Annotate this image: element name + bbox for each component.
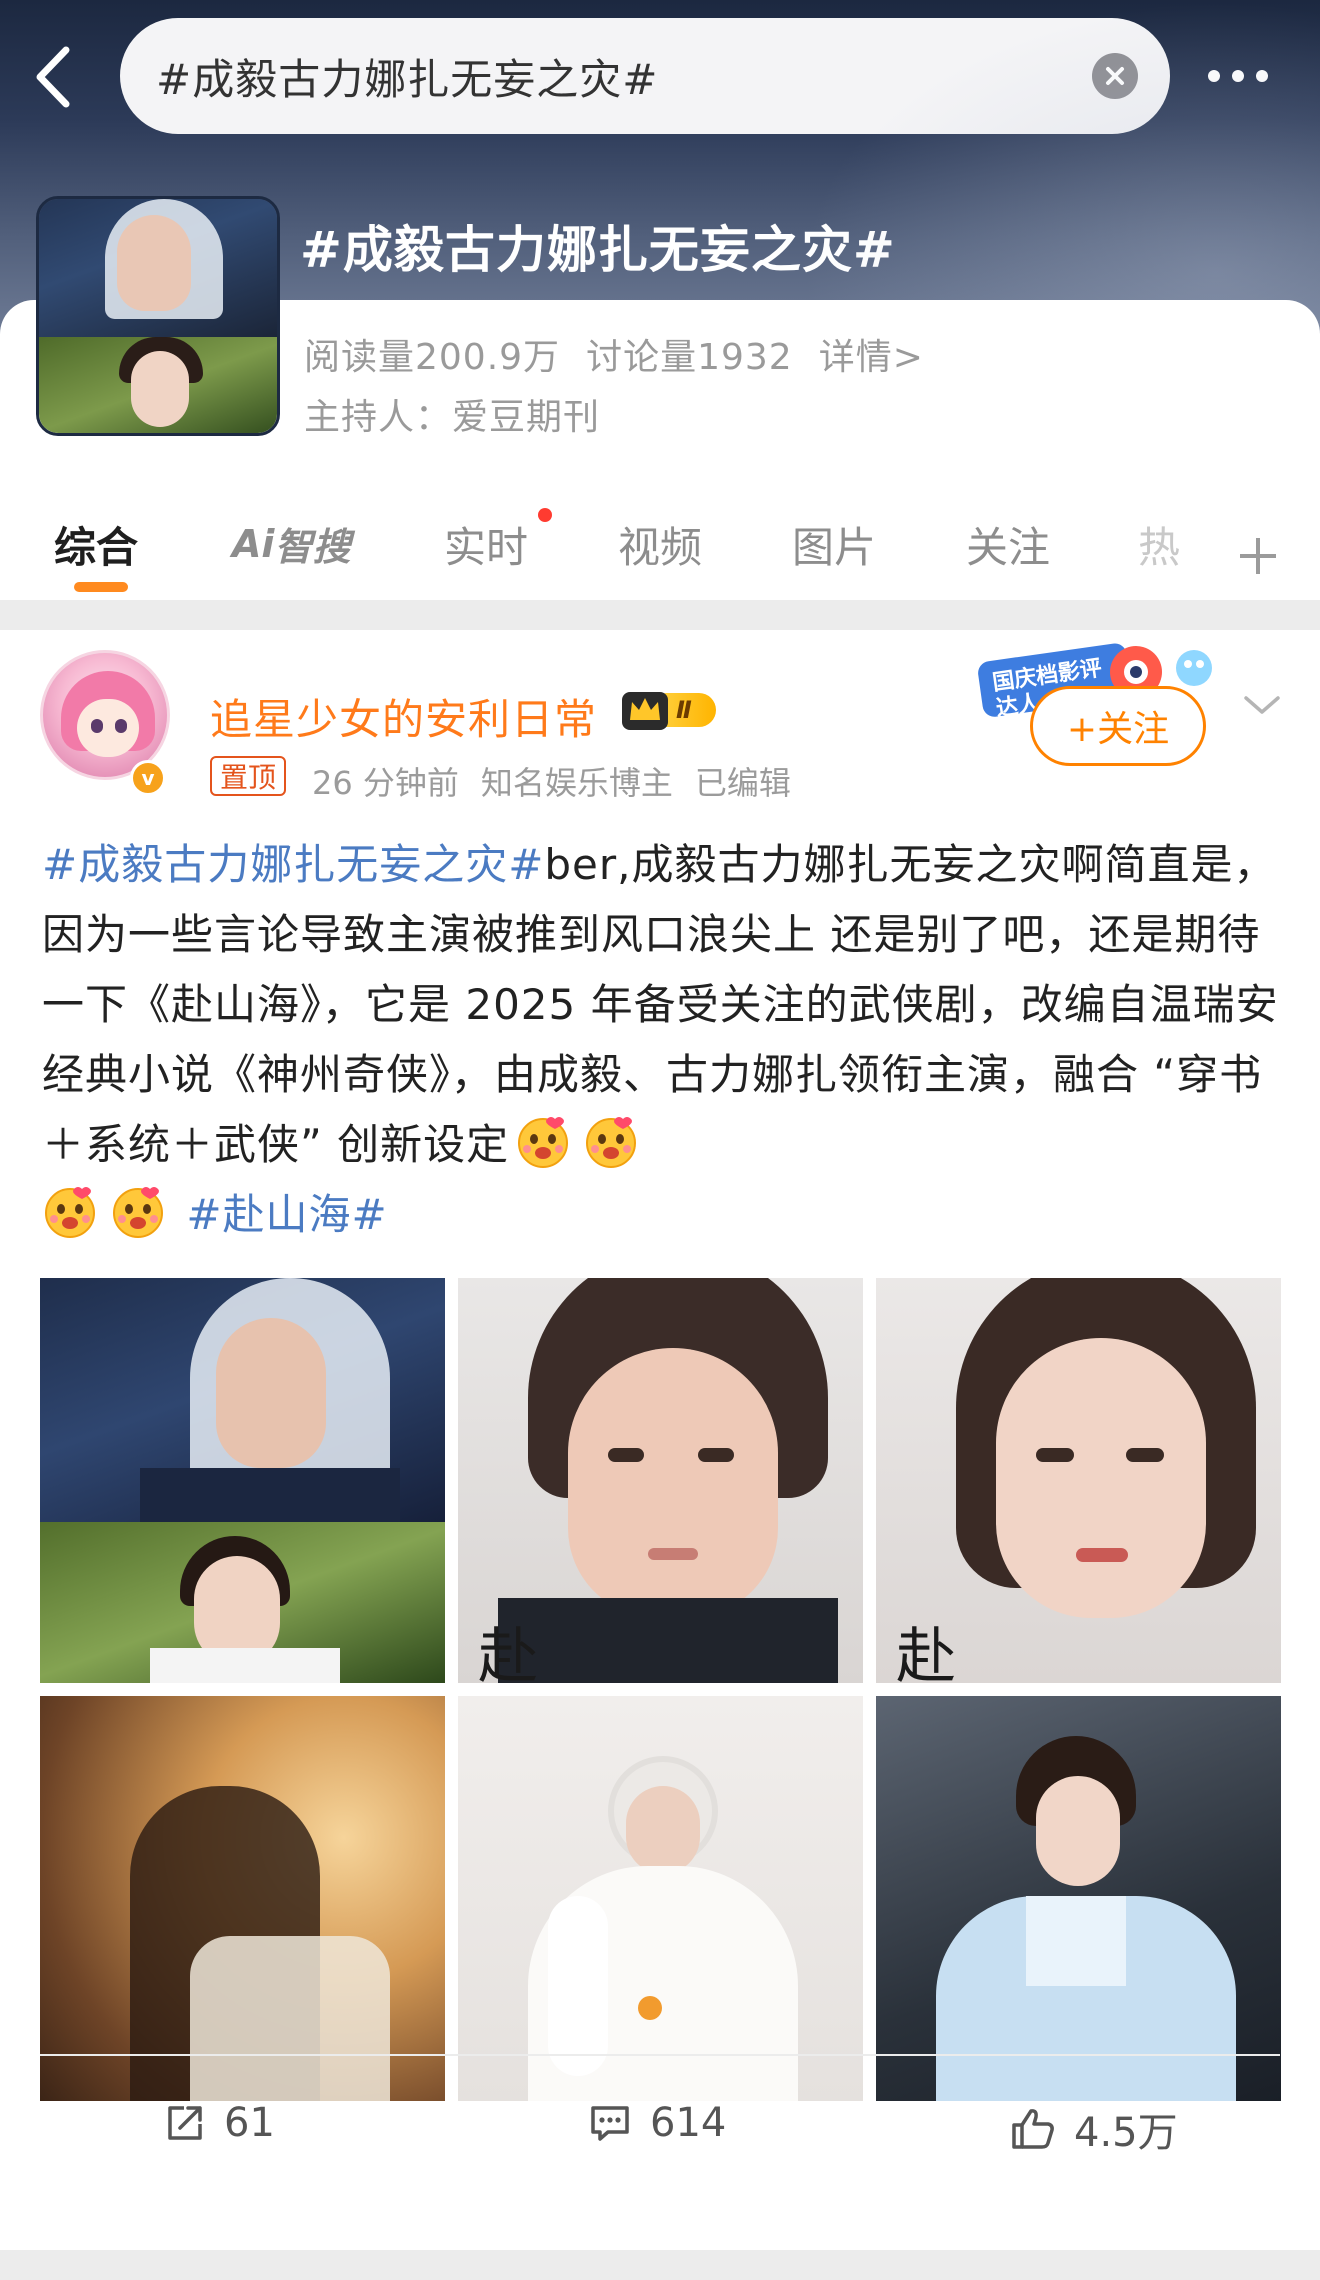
topic-title: #成毅古力娜扎无妄之灾# xyxy=(300,221,896,279)
dot-icon xyxy=(1208,70,1220,82)
hashtag-link[interactable]: #赴山海# xyxy=(186,1190,387,1239)
author-name[interactable]: 追星少女的安利日常 xyxy=(210,686,597,747)
topic-stats: 阅读量200.9万 讨论量1932 详情> xyxy=(304,328,924,380)
emoji-icon xyxy=(42,1183,98,1239)
post-body-text: ber,成毅古力娜扎无妄之灾啊简直是，因为一些言论导致主演被推到风口浪尖上 还是… xyxy=(42,840,1279,1169)
author-description: 知名娱乐博主 xyxy=(480,764,673,802)
discussion-count: 讨论量1932 xyxy=(586,337,793,378)
like-button[interactable]: 4.5万 xyxy=(1010,2100,1178,2158)
post-time: 26 分钟前 xyxy=(312,764,459,802)
tab-video[interactable]: 视频 xyxy=(618,514,702,575)
member-level-badge[interactable]: Ⅱ xyxy=(620,688,716,732)
detail-link[interactable]: 详情> xyxy=(819,328,924,380)
back-button[interactable] xyxy=(30,42,80,112)
post-image[interactable] xyxy=(876,1696,1281,2101)
verified-badge-icon: v xyxy=(130,760,166,796)
emoji-icon xyxy=(583,1113,639,1169)
tab-following[interactable]: 关注 xyxy=(966,514,1050,575)
tab-active-indicator xyxy=(74,582,128,592)
back-arrow-icon xyxy=(36,46,70,108)
topic-host[interactable]: 主持人：爱豆期刊 xyxy=(304,388,600,440)
post-meta: 26 分钟前 知名娱乐博主 已编辑 xyxy=(312,758,791,804)
share-icon xyxy=(168,2106,202,2140)
tab-realtime[interactable]: 实时 xyxy=(444,514,528,575)
post-image[interactable]: 赴 xyxy=(458,1278,863,1683)
emoji-icon xyxy=(110,1183,166,1239)
post-image[interactable]: 赴 xyxy=(876,1278,1281,1683)
post-action-bar: 61 614 4.5万 xyxy=(40,2054,1280,2194)
clear-search-button[interactable] xyxy=(1092,53,1138,99)
post-text: #成毅古力娜扎无妄之灾#ber,成毅古力娜扎无妄之灾啊简直是，因为一些言论导致主… xyxy=(42,830,1282,1250)
add-tab-button[interactable] xyxy=(1236,510,1280,592)
comment-button[interactable]: 614 xyxy=(588,2100,726,2146)
more-options-button[interactable] xyxy=(1208,58,1288,94)
search-query-text: #成毅古力娜扎无妄之灾# xyxy=(156,54,659,104)
comment-count: 614 xyxy=(650,2100,727,2146)
hashtag-link[interactable]: #成毅古力娜扎无妄之灾# xyxy=(42,840,544,889)
follow-button[interactable]: +关注 xyxy=(1030,686,1206,766)
tab-ai-search[interactable]: Ai 智搜 xyxy=(232,516,350,571)
post-image[interactable] xyxy=(458,1696,863,2101)
tab-hot[interactable]: 热 xyxy=(1138,514,1180,575)
topic-cover-image[interactable] xyxy=(36,196,280,436)
post-menu-button[interactable] xyxy=(1242,690,1282,720)
level-text: Ⅱ xyxy=(662,693,716,727)
share-button[interactable]: 61 xyxy=(164,2100,275,2146)
share-count: 61 xyxy=(224,2100,275,2146)
edited-label: 已编辑 xyxy=(694,764,791,802)
read-count: 阅读量200.9万 xyxy=(304,337,561,378)
tab-pictures[interactable]: 图片 xyxy=(792,514,876,575)
tab-ai-search-label: 智搜 xyxy=(274,525,351,569)
post-card: v 追星少女的安利日常 Ⅱ 置顶 26 分钟前 知名娱乐博主 已编辑 国庆档影评… xyxy=(0,630,1320,2250)
crown-icon xyxy=(620,688,670,732)
new-dot-icon xyxy=(538,508,552,522)
comment-icon xyxy=(591,2106,629,2141)
post-image[interactable] xyxy=(40,1278,445,1683)
chevron-down-icon xyxy=(1244,696,1280,714)
thumbs-up-icon xyxy=(1012,2109,1054,2149)
tab-bar: 综合 Ai 智搜 实时 视频 图片 关注 热 xyxy=(0,500,1320,600)
pinned-tag: 置顶 xyxy=(210,756,287,796)
dot-icon xyxy=(1256,70,1268,82)
search-input[interactable]: #成毅古力娜扎无妄之灾# xyxy=(120,18,1170,134)
plus-icon xyxy=(1240,538,1276,574)
post-image[interactable] xyxy=(40,1696,445,2101)
close-icon xyxy=(1106,67,1124,85)
ai-logo-text: Ai xyxy=(232,521,275,566)
tab-comprehensive[interactable]: 综合 xyxy=(54,514,138,575)
emoji-icon xyxy=(515,1113,571,1169)
dot-icon xyxy=(1232,70,1244,82)
like-count: 4.5万 xyxy=(1074,2110,1178,2156)
